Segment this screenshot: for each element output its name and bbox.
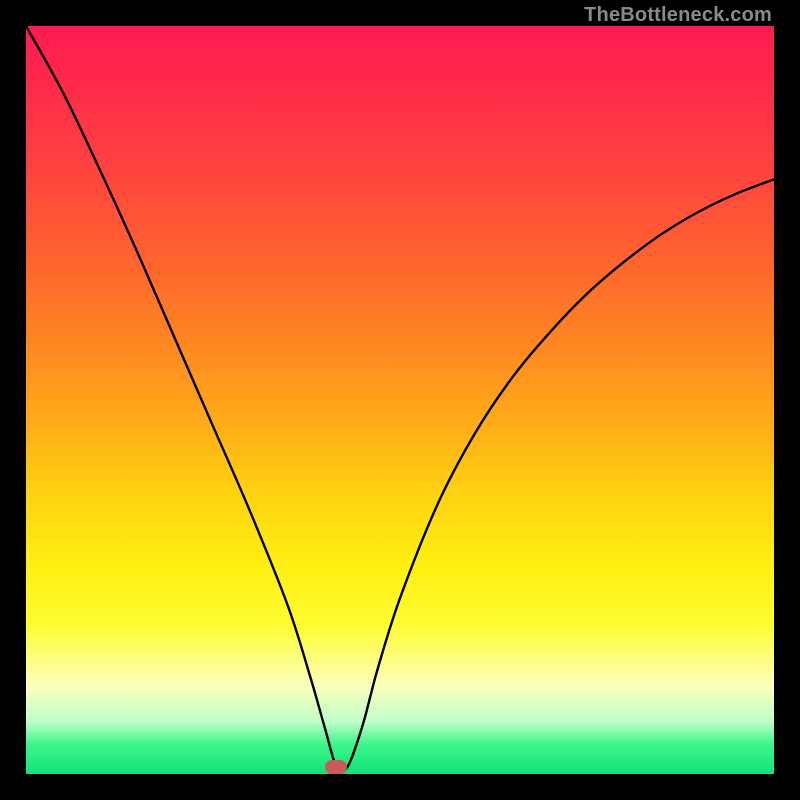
minimum-marker xyxy=(325,760,347,774)
curve-svg xyxy=(26,26,774,774)
curve-path xyxy=(26,26,774,771)
watermark-text: TheBottleneck.com xyxy=(584,4,772,27)
chart-frame: TheBottleneck.com xyxy=(0,0,800,800)
plot-area xyxy=(26,26,774,774)
